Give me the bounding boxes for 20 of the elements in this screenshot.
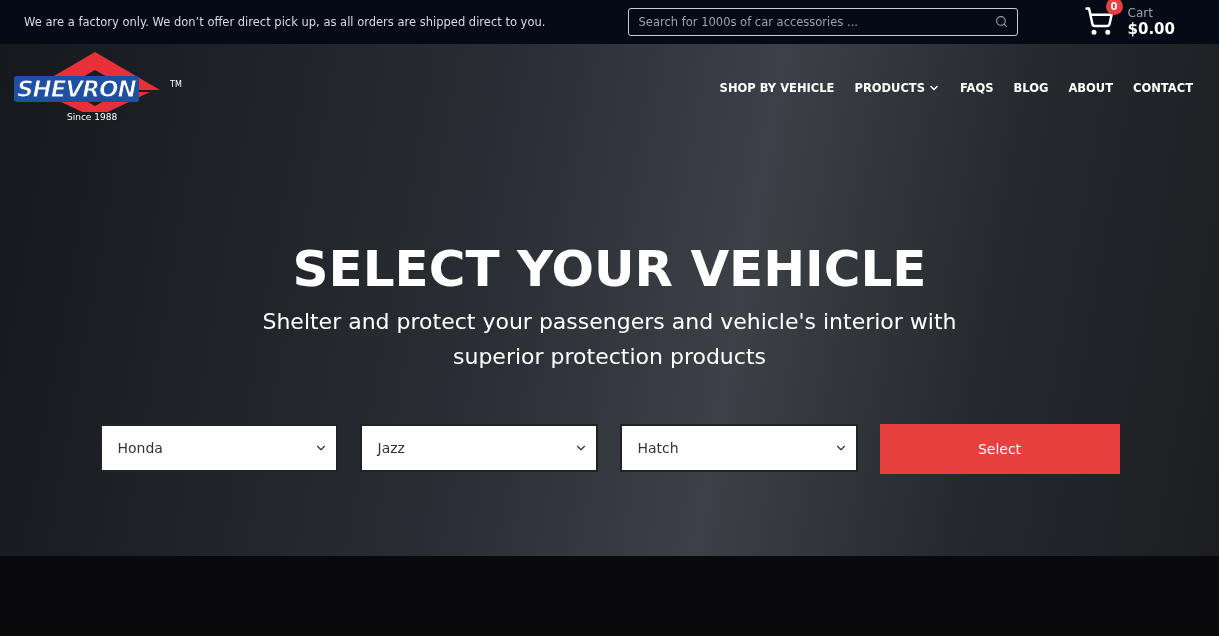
cart-count-badge: 0 [1105, 0, 1123, 15]
cart-total: $0.00 [1127, 20, 1175, 38]
vehicle-select[interactable]: Hatch [619, 424, 858, 472]
hero-subtitle: Shelter and protect your passengers and vehicle's interior with superior protection products [261, 308, 958, 371]
search-icon[interactable] [994, 15, 1008, 28]
hero-title: SELECT YOUR VEHICLE [292, 240, 927, 298]
nav-link[interactable]: PRODUCTS [844, 81, 950, 95]
shipping-notice: We are a factory only. We don’t offer direct pick up, as all orders are shipped direct to you. [24, 15, 547, 29]
trademark-mark: TM [170, 80, 182, 89]
nav-link[interactable]: CONTACT [1123, 81, 1203, 95]
nav-link[interactable]: SHOP BY VEHICLE [709, 81, 845, 95]
logo-wordmark: SHEVRON [14, 76, 139, 102]
vehicle-select[interactable]: Honda [99, 424, 338, 472]
nav-link[interactable]: FAQS [950, 81, 1004, 95]
search-field[interactable]: Search for 1000s of car accessories ... [627, 8, 1018, 36]
nav-link[interactable]: ABOUT [1058, 81, 1123, 95]
cart-label: Cart [1127, 6, 1154, 20]
select-button[interactable]: Select [879, 424, 1120, 474]
nav-link[interactable]: BLOG [1003, 81, 1059, 95]
vehicle-select[interactable]: Jazz [359, 424, 598, 472]
